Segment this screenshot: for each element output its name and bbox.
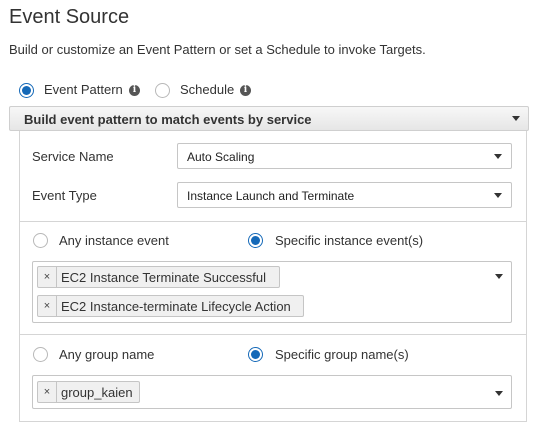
service-name-label: Service Name xyxy=(32,149,114,164)
caret-down-icon xyxy=(495,391,503,396)
tag-label: group_kaien xyxy=(61,385,133,400)
specific-group-names-label[interactable]: Specific group name(s) xyxy=(275,347,409,362)
tag-chip: × EC2 Instance-terminate Lifecycle Actio… xyxy=(37,295,304,317)
event-type-value: Instance Launch and Terminate xyxy=(187,189,355,203)
instance-events-multiselect[interactable]: × EC2 Instance Terminate Successful × EC… xyxy=(32,261,512,323)
group-names-multiselect[interactable]: × group_kaien xyxy=(32,375,512,409)
info-icon[interactable]: i xyxy=(240,85,251,96)
tag-chip: × EC2 Instance Terminate Successful xyxy=(37,266,280,288)
remove-tag-icon[interactable]: × xyxy=(38,267,57,287)
group-names-panel: Any group name Specific group name(s) × … xyxy=(19,335,527,422)
info-icon[interactable]: i xyxy=(129,85,140,96)
tag-chip: × group_kaien xyxy=(37,381,140,403)
event-pattern-label[interactable]: Event Pattern xyxy=(44,82,123,97)
schedule-label[interactable]: Schedule xyxy=(180,82,234,97)
specific-group-names-radio[interactable] xyxy=(248,347,263,362)
service-panel: Service Name Auto Scaling Event Type Ins… xyxy=(19,131,527,222)
schedule-radio[interactable] xyxy=(155,83,170,98)
caret-down-icon xyxy=(512,116,520,121)
caret-down-icon xyxy=(494,193,502,198)
tag-label: EC2 Instance-terminate Lifecycle Action xyxy=(61,299,291,314)
caret-down-icon xyxy=(495,274,503,279)
specific-instance-events-label[interactable]: Specific instance event(s) xyxy=(275,233,423,248)
service-name-value: Auto Scaling xyxy=(187,150,255,164)
any-instance-event-label[interactable]: Any instance event xyxy=(59,233,169,248)
remove-tag-icon[interactable]: × xyxy=(38,382,57,402)
page-title: Event Source xyxy=(9,6,130,28)
any-group-name-label[interactable]: Any group name xyxy=(59,347,154,362)
pattern-builder-label: Build event pattern to match events by s… xyxy=(24,112,312,127)
service-name-select[interactable]: Auto Scaling xyxy=(177,143,512,169)
instance-events-panel: Any instance event Specific instance eve… xyxy=(19,222,527,335)
pattern-builder-dropdown[interactable]: Build event pattern to match events by s… xyxy=(9,106,529,131)
event-type-select[interactable]: Instance Launch and Terminate xyxy=(177,182,512,208)
any-group-name-radio[interactable] xyxy=(33,347,48,362)
event-type-label: Event Type xyxy=(32,188,97,203)
remove-tag-icon[interactable]: × xyxy=(38,296,57,316)
page-description: Build or customize an Event Pattern or s… xyxy=(9,42,426,57)
event-pattern-radio[interactable] xyxy=(19,83,34,98)
caret-down-icon xyxy=(494,154,502,159)
tag-label: EC2 Instance Terminate Successful xyxy=(61,270,266,285)
any-instance-event-radio[interactable] xyxy=(33,233,48,248)
specific-instance-events-radio[interactable] xyxy=(248,233,263,248)
